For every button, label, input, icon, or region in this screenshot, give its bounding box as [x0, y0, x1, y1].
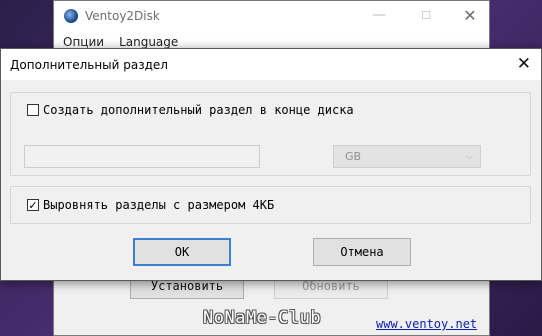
dialog-title: Дополнительный раздел [10, 57, 168, 72]
align-partitions-label[interactable]: Выровнять разделы с размером 4КБ [43, 198, 274, 212]
align-partitions-checkbox[interactable]: ✓ [27, 199, 39, 211]
menu-language[interactable]: Language [119, 35, 178, 49]
create-partition-row[interactable]: Создать дополнительный раздел в конце ди… [27, 103, 354, 117]
main-window-title: Ventoy2Disk [85, 9, 160, 23]
size-unit-select: GB ⌵ [333, 145, 481, 168]
align-partitions-row[interactable]: ✓ Выровнять разделы с размером 4КБ [27, 198, 274, 212]
watermark: NoNaMe-Club [203, 308, 322, 328]
alignment-group: ✓ Выровнять разделы с размером 4КБ [10, 186, 531, 224]
ok-button[interactable]: ОК [133, 238, 231, 266]
ventoy-website-link[interactable]: www.ventoy.net [376, 317, 477, 331]
dialog-titlebar: Дополнительный раздел ✕ [1, 49, 541, 81]
menu-options[interactable]: Опции [63, 35, 104, 49]
ventoy-logo-icon [64, 9, 78, 23]
size-unit-value: GB [345, 150, 362, 163]
close-icon[interactable]: ✕ [517, 54, 531, 74]
maximize-icon[interactable]: ☐ [416, 9, 436, 22]
chevron-down-icon: ⌵ [466, 151, 473, 162]
partition-size-group: Создать дополнительный раздел в конце ди… [10, 92, 531, 176]
close-icon[interactable]: ✕ [460, 6, 480, 25]
create-partition-label[interactable]: Создать дополнительный раздел в конце ди… [43, 103, 354, 117]
minimize-icon[interactable]: — [369, 7, 389, 23]
partition-size-input [24, 145, 260, 168]
create-partition-checkbox[interactable] [27, 104, 39, 116]
cancel-button[interactable]: Отмена [313, 238, 411, 266]
extra-partition-dialog: Дополнительный раздел ✕ Создать дополнит… [0, 48, 542, 281]
checkbox-checked-icon: ✓ [28, 198, 38, 212]
main-titlebar: Ventoy2Disk — ☐ ✕ [54, 1, 489, 31]
